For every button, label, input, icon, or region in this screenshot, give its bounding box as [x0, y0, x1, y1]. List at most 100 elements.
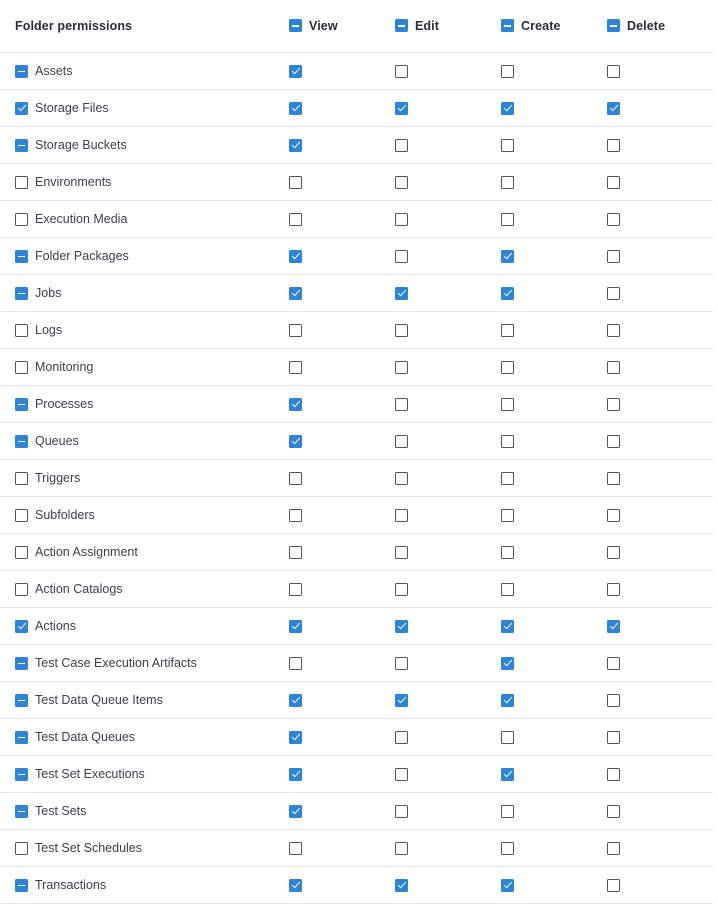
delete-permission-checkbox[interactable]	[607, 471, 620, 485]
edit-permission-checkbox[interactable]	[395, 64, 408, 78]
delete-permission-checkbox[interactable]	[607, 434, 620, 448]
edit-permission-checkbox[interactable]	[395, 730, 408, 744]
create-permission-checkbox[interactable]	[501, 397, 514, 411]
view-permission-checkbox[interactable]	[289, 508, 302, 522]
delete-permission-checkbox[interactable]	[607, 545, 620, 559]
row-select-checkbox[interactable]	[15, 471, 28, 485]
delete-permission-checkbox[interactable]	[607, 138, 620, 152]
create-permission-checkbox[interactable]	[501, 64, 514, 78]
edit-permission-checkbox[interactable]	[395, 138, 408, 152]
create-permission-checkbox[interactable]	[501, 286, 514, 300]
create-permission-checkbox[interactable]	[501, 582, 514, 596]
view-permission-checkbox[interactable]	[289, 582, 302, 596]
edit-permission-checkbox[interactable]	[395, 656, 408, 670]
row-select-checkbox[interactable]	[15, 101, 28, 115]
edit-permission-checkbox[interactable]	[395, 841, 408, 855]
select-all-edit-checkbox[interactable]	[395, 19, 408, 32]
view-permission-checkbox[interactable]	[289, 767, 302, 781]
view-permission-checkbox[interactable]	[289, 397, 302, 411]
create-permission-checkbox[interactable]	[501, 656, 514, 670]
row-select-checkbox[interactable]	[15, 804, 28, 818]
edit-permission-checkbox[interactable]	[395, 582, 408, 596]
create-permission-checkbox[interactable]	[501, 730, 514, 744]
edit-permission-checkbox[interactable]	[395, 360, 408, 374]
delete-permission-checkbox[interactable]	[607, 878, 620, 892]
view-permission-checkbox[interactable]	[289, 101, 302, 115]
view-permission-checkbox[interactable]	[289, 804, 302, 818]
view-permission-checkbox[interactable]	[289, 175, 302, 189]
delete-permission-checkbox[interactable]	[607, 64, 620, 78]
edit-permission-checkbox[interactable]	[395, 508, 408, 522]
view-permission-checkbox[interactable]	[289, 471, 302, 485]
delete-permission-checkbox[interactable]	[607, 397, 620, 411]
row-select-checkbox[interactable]	[15, 138, 28, 152]
row-select-checkbox[interactable]	[15, 434, 28, 448]
edit-permission-checkbox[interactable]	[395, 619, 408, 633]
view-permission-checkbox[interactable]	[289, 323, 302, 337]
row-select-checkbox[interactable]	[15, 582, 28, 596]
row-select-checkbox[interactable]	[15, 841, 28, 855]
view-permission-checkbox[interactable]	[289, 730, 302, 744]
delete-permission-checkbox[interactable]	[607, 841, 620, 855]
delete-permission-checkbox[interactable]	[607, 323, 620, 337]
row-select-checkbox[interactable]	[15, 64, 28, 78]
delete-permission-checkbox[interactable]	[607, 249, 620, 263]
row-select-checkbox[interactable]	[15, 656, 28, 670]
view-permission-checkbox[interactable]	[289, 693, 302, 707]
row-select-checkbox[interactable]	[15, 249, 28, 263]
create-permission-checkbox[interactable]	[501, 323, 514, 337]
create-permission-checkbox[interactable]	[501, 804, 514, 818]
delete-permission-checkbox[interactable]	[607, 730, 620, 744]
create-permission-checkbox[interactable]	[501, 360, 514, 374]
edit-permission-checkbox[interactable]	[395, 693, 408, 707]
view-permission-checkbox[interactable]	[289, 545, 302, 559]
view-permission-checkbox[interactable]	[289, 138, 302, 152]
edit-permission-checkbox[interactable]	[395, 249, 408, 263]
view-permission-checkbox[interactable]	[289, 434, 302, 448]
create-permission-checkbox[interactable]	[501, 101, 514, 115]
view-permission-checkbox[interactable]	[289, 656, 302, 670]
row-select-checkbox[interactable]	[15, 767, 28, 781]
delete-permission-checkbox[interactable]	[607, 619, 620, 633]
delete-permission-checkbox[interactable]	[607, 286, 620, 300]
row-select-checkbox[interactable]	[15, 508, 28, 522]
create-permission-checkbox[interactable]	[501, 767, 514, 781]
edit-permission-checkbox[interactable]	[395, 323, 408, 337]
view-permission-checkbox[interactable]	[289, 619, 302, 633]
create-permission-checkbox[interactable]	[501, 841, 514, 855]
select-all-view-checkbox[interactable]	[289, 19, 302, 32]
delete-permission-checkbox[interactable]	[607, 582, 620, 596]
create-permission-checkbox[interactable]	[501, 545, 514, 559]
edit-permission-checkbox[interactable]	[395, 175, 408, 189]
row-select-checkbox[interactable]	[15, 545, 28, 559]
delete-permission-checkbox[interactable]	[607, 656, 620, 670]
create-permission-checkbox[interactable]	[501, 619, 514, 633]
view-permission-checkbox[interactable]	[289, 64, 302, 78]
view-permission-checkbox[interactable]	[289, 212, 302, 226]
create-permission-checkbox[interactable]	[501, 212, 514, 226]
create-permission-checkbox[interactable]	[501, 138, 514, 152]
edit-permission-checkbox[interactable]	[395, 878, 408, 892]
edit-permission-checkbox[interactable]	[395, 212, 408, 226]
delete-permission-checkbox[interactable]	[607, 508, 620, 522]
edit-permission-checkbox[interactable]	[395, 434, 408, 448]
edit-permission-checkbox[interactable]	[395, 286, 408, 300]
row-select-checkbox[interactable]	[15, 286, 28, 300]
create-permission-checkbox[interactable]	[501, 175, 514, 189]
delete-permission-checkbox[interactable]	[607, 804, 620, 818]
create-permission-checkbox[interactable]	[501, 471, 514, 485]
view-permission-checkbox[interactable]	[289, 249, 302, 263]
row-select-checkbox[interactable]	[15, 619, 28, 633]
delete-permission-checkbox[interactable]	[607, 101, 620, 115]
edit-permission-checkbox[interactable]	[395, 471, 408, 485]
delete-permission-checkbox[interactable]	[607, 360, 620, 374]
delete-permission-checkbox[interactable]	[607, 767, 620, 781]
row-select-checkbox[interactable]	[15, 212, 28, 226]
row-select-checkbox[interactable]	[15, 397, 28, 411]
edit-permission-checkbox[interactable]	[395, 397, 408, 411]
row-select-checkbox[interactable]	[15, 878, 28, 892]
edit-permission-checkbox[interactable]	[395, 767, 408, 781]
row-select-checkbox[interactable]	[15, 693, 28, 707]
row-select-checkbox[interactable]	[15, 360, 28, 374]
view-permission-checkbox[interactable]	[289, 360, 302, 374]
